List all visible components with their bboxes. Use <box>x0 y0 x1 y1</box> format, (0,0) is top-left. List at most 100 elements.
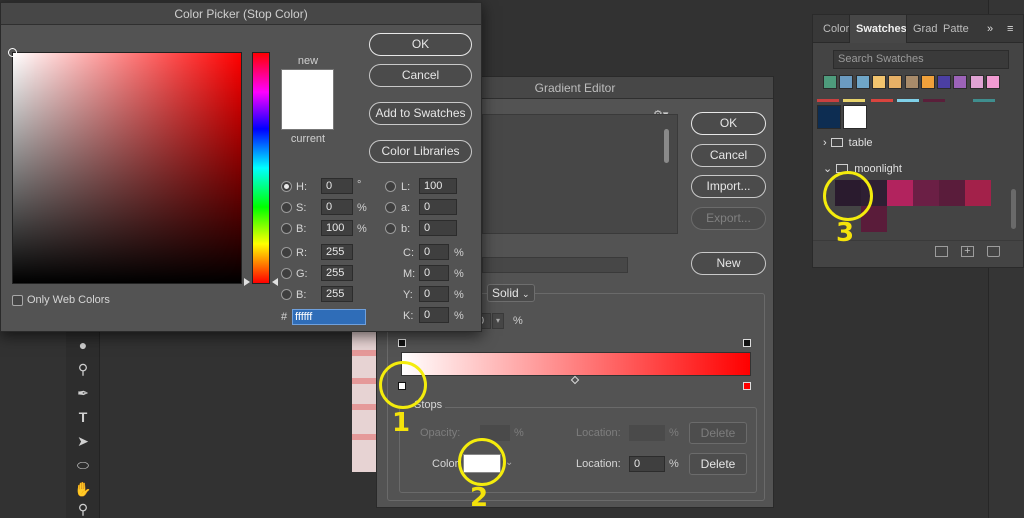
hue-radio[interactable] <box>281 181 292 192</box>
saturation-radio[interactable] <box>281 202 292 213</box>
recent-swatch[interactable] <box>937 75 952 89</box>
brightness-field[interactable]: 100 <box>321 220 353 236</box>
search-swatches-input[interactable]: Search Swatches <box>833 50 1009 69</box>
b-lab-radio[interactable] <box>385 223 396 234</box>
recent-swatch[interactable] <box>969 75 984 89</box>
hue-slider-arrow-left[interactable] <box>244 278 250 286</box>
hue-field[interactable]: 0 <box>321 178 353 194</box>
color-delete-button[interactable]: Delete <box>689 453 747 475</box>
recent-swatch[interactable] <box>888 75 903 89</box>
saturation-unit: % <box>357 202 367 214</box>
lightness-field[interactable]: 100 <box>419 178 457 194</box>
stops-group <box>399 407 757 493</box>
green-radio[interactable] <box>281 268 292 279</box>
recent-swatch[interactable] <box>871 75 886 89</box>
recent-swatch[interactable] <box>986 75 1000 89</box>
gradient-name-field[interactable] <box>482 257 628 273</box>
chevron-down-icon[interactable]: ⌄ <box>505 457 513 468</box>
annotation-circle-1 <box>379 361 427 409</box>
color-field-marker[interactable] <box>8 48 17 57</box>
red-radio[interactable] <box>281 247 292 258</box>
saturation-field[interactable]: 0 <box>321 199 353 215</box>
ge-cancel-button[interactable]: Cancel <box>691 144 766 167</box>
type-tool-icon[interactable]: T <box>74 408 92 426</box>
smudge-tool-icon[interactable]: ● <box>74 336 92 354</box>
b-lab-field[interactable]: 0 <box>419 220 457 236</box>
current-color-label: current <box>290 133 326 145</box>
gradient-bar[interactable] <box>401 352 751 376</box>
color-location-field[interactable]: 0 <box>629 456 665 472</box>
cp-cancel-button[interactable]: Cancel <box>369 64 472 87</box>
opacity-stop-right[interactable] <box>743 339 751 347</box>
ellipse-tool-icon[interactable]: ⬭ <box>74 456 92 474</box>
yellow-field[interactable]: 0 <box>419 286 449 302</box>
opacity-stop-left[interactable] <box>398 339 406 347</box>
hue-slider[interactable] <box>252 52 270 284</box>
lightness-radio[interactable] <box>385 181 396 192</box>
new-group-folder-icon[interactable] <box>935 246 948 257</box>
panel-menu-icon[interactable]: ≡ <box>1007 15 1021 43</box>
color-field[interactable] <box>12 52 242 284</box>
blue-radio[interactable] <box>281 289 292 300</box>
moonlight-swatch[interactable] <box>939 180 965 206</box>
green-field[interactable]: 255 <box>321 265 353 281</box>
swatch-white[interactable] <box>843 105 867 129</box>
swatches-scrollbar[interactable] <box>1011 189 1016 229</box>
folder-table[interactable]: › table <box>823 134 1013 152</box>
opacity-location-field[interactable] <box>629 425 665 441</box>
expand-panels-icon[interactable]: » <box>987 15 1001 43</box>
hand-tool-icon[interactable]: ✋ <box>74 480 92 498</box>
recent-swatch[interactable] <box>953 75 968 89</box>
cp-ok-button[interactable]: OK <box>369 33 472 56</box>
recent-swatch[interactable] <box>855 75 870 89</box>
ge-export-button[interactable]: Export... <box>691 207 766 230</box>
tab-gradients[interactable]: Grad <box>913 15 939 43</box>
black-field[interactable]: 0 <box>419 307 449 323</box>
magenta-field[interactable]: 0 <box>419 265 449 281</box>
yellow-label: Y: <box>403 289 413 301</box>
recent-swatch[interactable] <box>823 75 837 89</box>
recent-swatch[interactable] <box>920 75 935 89</box>
dodge-tool-icon[interactable]: ⚲ <box>74 360 92 378</box>
pen-tool-icon[interactable]: ✒ <box>74 384 92 402</box>
moonlight-swatch[interactable] <box>913 180 939 206</box>
gradient-type-select[interactable]: Solid ⌄ <box>487 284 535 302</box>
b-lab-label: b: <box>401 223 411 235</box>
presets-list[interactable] <box>482 114 678 234</box>
color-libraries-button[interactable]: Color Libraries <box>369 140 472 163</box>
new-swatch-icon[interactable]: + <box>961 246 974 257</box>
red-field[interactable]: 255 <box>321 244 353 260</box>
opacity-delete-button[interactable]: Delete <box>689 422 747 444</box>
zoom-tool-icon[interactable]: ⚲ <box>74 500 92 518</box>
ge-ok-button[interactable]: OK <box>691 112 766 135</box>
swatch-navy[interactable] <box>817 105 841 129</box>
a-radio[interactable] <box>385 202 396 213</box>
presets-scrollbar[interactable] <box>664 129 669 163</box>
tab-color[interactable]: Color <box>823 15 849 43</box>
moonlight-swatch[interactable] <box>965 180 991 206</box>
brightness-radio[interactable] <box>281 223 292 234</box>
hue-slider-arrow-right[interactable] <box>272 278 278 286</box>
recent-swatch[interactable] <box>839 75 854 89</box>
only-web-colors-checkbox[interactable] <box>12 295 23 306</box>
a-field[interactable]: 0 <box>419 199 457 215</box>
moonlight-swatch[interactable] <box>887 180 913 206</box>
tab-patterns[interactable]: Patte <box>943 15 970 43</box>
hex-field[interactable]: ffffff <box>292 309 366 325</box>
color-stop-right[interactable] <box>743 382 751 390</box>
cyan-label: C: <box>403 247 414 259</box>
black-unit: % <box>454 310 464 322</box>
blue-field[interactable]: 255 <box>321 286 353 302</box>
smoothness-dropdown-icon[interactable]: ▾ <box>492 313 504 329</box>
opacity-label: Opacity: <box>420 427 461 439</box>
swatch-group-bar <box>817 99 839 102</box>
ge-import-button[interactable]: Import... <box>691 175 766 198</box>
path-selection-tool-icon[interactable]: ➤ <box>74 432 92 450</box>
recent-swatch[interactable] <box>904 75 919 89</box>
add-to-swatches-button[interactable]: Add to Swatches <box>369 102 472 125</box>
magenta-unit: % <box>454 268 464 280</box>
trash-icon[interactable] <box>987 246 1000 257</box>
tab-swatches[interactable]: Swatches <box>849 15 907 43</box>
ge-new-button[interactable]: New <box>691 252 766 275</box>
cyan-field[interactable]: 0 <box>419 244 449 260</box>
